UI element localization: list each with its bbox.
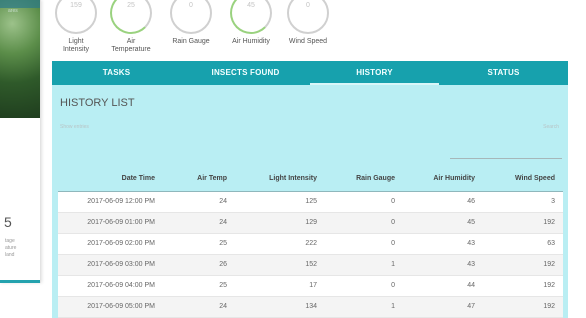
cell-air-humidity: 47 bbox=[403, 296, 483, 318]
column-header-wind-speed[interactable]: Wind Speed bbox=[483, 167, 563, 192]
cell-air-humidity: 43 bbox=[403, 254, 483, 276]
cell-wind-speed: 3 bbox=[483, 191, 563, 213]
cell-date-time: 2017-06-09 05:00 PM bbox=[58, 296, 163, 318]
panel-title: HISTORY LIST bbox=[60, 97, 135, 109]
photo-banner: ares bbox=[0, 0, 40, 14]
column-header-rain-gauge[interactable]: Rain Gauge bbox=[325, 167, 403, 192]
search-input[interactable] bbox=[450, 158, 562, 159]
left-card-line: tage bbox=[5, 238, 15, 244]
cell-date-time: 2017-06-09 03:00 PM bbox=[58, 254, 163, 276]
show-entries-select[interactable]: Show entries bbox=[60, 124, 89, 130]
left-card-line: land bbox=[5, 252, 15, 258]
history-table: Date Time Air Temp Light Intensity Rain … bbox=[58, 167, 563, 318]
gauge-label: Air Humidity bbox=[232, 38, 270, 45]
table-row: 2017-06-09 04:00 PM 25 17 0 44 192 bbox=[58, 275, 563, 297]
cell-air-humidity: 44 bbox=[403, 275, 483, 297]
cell-air-temp: 25 bbox=[163, 275, 235, 297]
gauge-value: 0 bbox=[189, 2, 193, 9]
cell-wind-speed: 192 bbox=[483, 212, 563, 234]
cell-wind-speed: 192 bbox=[483, 296, 563, 318]
cell-air-humidity: 45 bbox=[403, 212, 483, 234]
gauge-label: Air Temperature bbox=[99, 38, 163, 54]
table-row: 2017-06-09 12:00 PM 24 125 0 46 3 bbox=[58, 191, 563, 213]
cell-air-temp: 26 bbox=[163, 254, 235, 276]
cell-wind-speed: 63 bbox=[483, 233, 563, 255]
cell-date-time: 2017-06-09 04:00 PM bbox=[58, 275, 163, 297]
gauge-value: 45 bbox=[247, 2, 255, 9]
cell-wind-speed: 192 bbox=[483, 275, 563, 297]
plant-photo: ares bbox=[0, 0, 40, 118]
left-card-details: tage ature land bbox=[5, 238, 16, 259]
history-panel: HISTORY LIST Show entries Search Date Ti… bbox=[52, 85, 568, 318]
tab-tasks[interactable]: TASKS bbox=[52, 61, 181, 85]
photo-banner-text: ares bbox=[8, 8, 18, 14]
cell-rain-gauge: 0 bbox=[325, 233, 403, 255]
table-row: 2017-06-09 01:00 PM 24 129 0 45 192 bbox=[58, 212, 563, 234]
cell-rain-gauge: 1 bbox=[325, 296, 403, 318]
tab-insects-found[interactable]: INSECTS FOUND bbox=[181, 61, 310, 85]
cell-light-intensity: 17 bbox=[235, 275, 325, 297]
cell-rain-gauge: 1 bbox=[325, 254, 403, 276]
gauge-value: 0 bbox=[306, 2, 310, 9]
table-header-row: Date Time Air Temp Light Intensity Rain … bbox=[58, 167, 563, 192]
cell-light-intensity: 125 bbox=[235, 191, 325, 213]
cell-air-temp: 24 bbox=[163, 212, 235, 234]
gauge-label-text: Light Intensity bbox=[62, 38, 90, 53]
left-card-line: ature bbox=[5, 245, 17, 251]
search-label: Search bbox=[543, 124, 559, 130]
cell-rain-gauge: 0 bbox=[325, 191, 403, 213]
tab-history[interactable]: HISTORY bbox=[310, 61, 439, 85]
table-row: 2017-06-09 02:00 PM 25 222 0 43 63 bbox=[58, 233, 563, 255]
cell-date-time: 2017-06-09 12:00 PM bbox=[58, 191, 163, 213]
cell-date-time: 2017-06-09 01:00 PM bbox=[58, 212, 163, 234]
column-header-date-time[interactable]: Date Time bbox=[58, 167, 163, 192]
cell-air-humidity: 43 bbox=[403, 233, 483, 255]
gauge-label: Wind Speed bbox=[288, 38, 328, 45]
cell-rain-gauge: 0 bbox=[325, 212, 403, 234]
cell-light-intensity: 129 bbox=[235, 212, 325, 234]
cell-air-humidity: 46 bbox=[403, 191, 483, 213]
left-card-number: 5 bbox=[4, 214, 12, 230]
left-card[interactable]: ares 5 tage ature land bbox=[0, 0, 41, 283]
column-header-light-intensity[interactable]: Light Intensity bbox=[235, 167, 325, 192]
tab-status[interactable]: STATUS bbox=[439, 61, 568, 85]
cell-light-intensity: 152 bbox=[235, 254, 325, 276]
tab-bar: TASKS INSECTS FOUND HISTORY STATUS bbox=[52, 61, 568, 85]
gauge-label-text: Air Temperature bbox=[111, 38, 151, 53]
column-header-air-humidity[interactable]: Air Humidity bbox=[403, 167, 483, 192]
cell-light-intensity: 222 bbox=[235, 233, 325, 255]
column-header-air-temp[interactable]: Air Temp bbox=[163, 167, 235, 192]
cell-rain-gauge: 0 bbox=[325, 275, 403, 297]
cell-air-temp: 24 bbox=[163, 296, 235, 318]
app-root: ares 5 tage ature land 159 Light Intensi… bbox=[0, 0, 586, 318]
cell-air-temp: 24 bbox=[163, 191, 235, 213]
left-card-accent-bar bbox=[0, 280, 40, 283]
cell-wind-speed: 192 bbox=[483, 254, 563, 276]
gauge-label: Rain Gauge bbox=[172, 38, 210, 45]
cell-air-temp: 25 bbox=[163, 233, 235, 255]
cell-date-time: 2017-06-09 02:00 PM bbox=[58, 233, 163, 255]
cell-light-intensity: 134 bbox=[235, 296, 325, 318]
gauge-value: 25 bbox=[127, 2, 135, 9]
table-row: 2017-06-09 05:00 PM 24 134 1 47 192 bbox=[58, 296, 563, 318]
table-row: 2017-06-09 03:00 PM 26 152 1 43 192 bbox=[58, 254, 563, 276]
